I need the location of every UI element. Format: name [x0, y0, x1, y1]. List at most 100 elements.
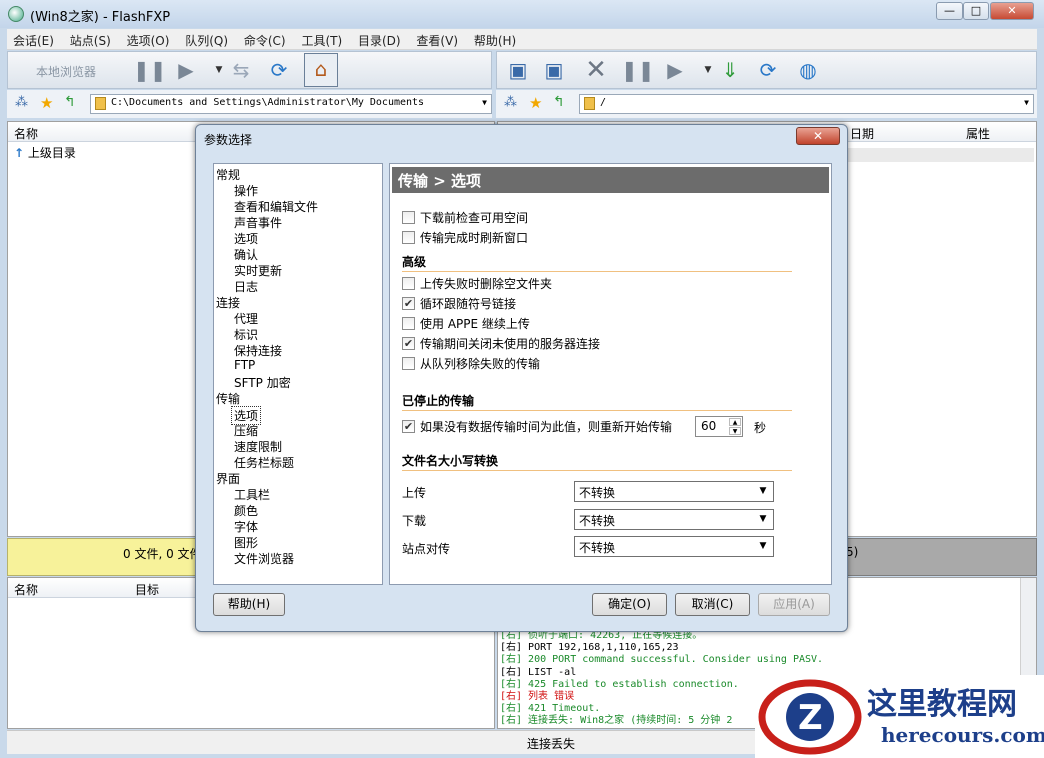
tree-item[interactable]: 界面: [216, 470, 240, 487]
pause-icon[interactable]: ❚❚: [621, 55, 655, 85]
col-attr[interactable]: 属性: [966, 125, 990, 142]
menu-directory[interactable]: 目录(D): [352, 29, 407, 49]
tree-item[interactable]: 文件浏览器: [234, 550, 294, 567]
ok-button[interactable]: 确定(O): [592, 593, 667, 616]
right-list-row[interactable]: [848, 148, 1034, 162]
left-address-row: ⁂ ★ ↰ C:\Documents and Settings\Administ…: [7, 90, 492, 118]
left-path-text: C:\Documents and Settings\Administrator\…: [111, 97, 425, 108]
stalled-seconds-input[interactable]: 60 ▲ ▼: [695, 416, 743, 437]
left-path-combo[interactable]: C:\Documents and Settings\Administrator\…: [90, 94, 492, 114]
appe-resume-checkbox[interactable]: [402, 317, 415, 330]
tree-item[interactable]: 图形: [234, 534, 258, 551]
tree-item[interactable]: FTP: [234, 358, 255, 372]
tree-item[interactable]: 查看和编辑文件: [234, 198, 318, 215]
abort-icon[interactable]: ✕: [581, 55, 611, 85]
close-unused-conn-label: 传输期间关闭未使用的服务器连接: [420, 337, 601, 351]
menu-view[interactable]: 查看(V): [410, 29, 464, 49]
transfer-icon[interactable]: ⇆: [226, 55, 256, 85]
refresh-icon[interactable]: ⟳: [753, 55, 783, 85]
tree-item[interactable]: 保持连接: [234, 342, 282, 359]
spin-up-icon[interactable]: ▲: [729, 418, 741, 426]
parent-dir-label: 上级目录: [27, 146, 76, 160]
close-unused-conn-checkbox[interactable]: ✔: [402, 337, 415, 350]
maximize-button[interactable]: □: [963, 2, 989, 20]
tree-item[interactable]: 代理: [234, 310, 258, 327]
tree-item[interactable]: 压缩: [234, 422, 258, 439]
pause-icon[interactable]: ❚❚: [133, 55, 167, 85]
menu-sites[interactable]: 站点(S): [64, 29, 117, 49]
dialog-close-button[interactable]: ✕: [796, 127, 840, 145]
menu-options[interactable]: 选项(O): [121, 29, 176, 49]
menu-commands[interactable]: 命令(C): [238, 29, 292, 49]
download-icon[interactable]: ⇓: [715, 55, 745, 85]
queue-col-name[interactable]: 名称: [14, 581, 38, 598]
home-icon[interactable]: ⌂: [304, 53, 338, 87]
left-toolbar: 本地浏览器 ❚❚ ▶ ▼ ⇆ ⟳ ⌂: [7, 51, 492, 89]
chevron-down-icon[interactable]: ▼: [1024, 98, 1029, 107]
help-button[interactable]: 帮助(H): [213, 593, 285, 616]
tree-item[interactable]: 任务栏标题: [234, 454, 294, 471]
delete-empty-folder-checkbox[interactable]: [402, 277, 415, 290]
svg-text:Z: Z: [798, 698, 823, 738]
tree-item[interactable]: 标识: [234, 326, 258, 343]
check-space-checkbox[interactable]: [402, 211, 415, 224]
globe-icon[interactable]: ◍: [793, 55, 823, 85]
local-browser-label[interactable]: 本地浏览器: [36, 63, 96, 80]
log-line: [右] PORT 192,168,1,110,165,23: [500, 642, 679, 654]
tree-item[interactable]: 操作: [234, 182, 258, 199]
watermark-en: herecours.com: [881, 723, 1044, 747]
spin-down-icon[interactable]: ▼: [729, 427, 741, 435]
up-dir-icon[interactable]: ↰: [553, 94, 565, 110]
tree-item[interactable]: 日志: [234, 278, 258, 295]
remove-failed-checkbox[interactable]: [402, 357, 415, 370]
right-toolbar: ▣ ▣ ✕ ❚❚ ▶ ▼ ⇓ ⟳ ◍: [496, 51, 1037, 89]
bottom-status-text: 连接丢失: [527, 737, 576, 751]
close-button[interactable]: ✕: [990, 2, 1034, 20]
check-space-label: 下载前检查可用空间: [420, 211, 529, 225]
tree-icon[interactable]: ⁂: [504, 95, 517, 110]
cancel-button[interactable]: 取消(C): [675, 593, 750, 616]
right-path-combo[interactable]: / ▼: [579, 94, 1034, 114]
apply-button[interactable]: 应用(A): [758, 593, 830, 616]
tree-item[interactable]: 实时更新: [234, 262, 282, 279]
case-fxp-select[interactable]: 不转换 ▼: [574, 536, 774, 557]
chevron-down-icon[interactable]: ▼: [482, 98, 487, 107]
tree-item[interactable]: 连接: [216, 294, 240, 311]
case-download-select[interactable]: 不转换 ▼: [574, 509, 774, 530]
tree-item[interactable]: 传输: [216, 390, 240, 407]
play-icon[interactable]: ▶: [171, 55, 201, 85]
case-upload-select[interactable]: 不转换 ▼: [574, 481, 774, 502]
tree-item[interactable]: 速度限制: [234, 438, 282, 455]
parent-dir-row[interactable]: ↑ 上级目录: [14, 144, 76, 161]
tree-item[interactable]: 声音事件: [234, 214, 282, 231]
favorite-star-icon[interactable]: ★: [40, 94, 53, 112]
menu-queue[interactable]: 队列(Q): [179, 29, 234, 49]
tree-item[interactable]: 颜色: [234, 502, 258, 519]
menu-help[interactable]: 帮助(H): [468, 29, 522, 49]
queue-col-target[interactable]: 目标: [135, 581, 159, 598]
refresh-icon[interactable]: ⟳: [264, 55, 294, 85]
disconnect-icon[interactable]: ▣: [539, 55, 569, 85]
col-name[interactable]: 名称: [14, 125, 38, 142]
favorite-star-icon[interactable]: ★: [529, 94, 542, 112]
follow-symlinks-checkbox[interactable]: ✔: [402, 297, 415, 310]
tree-item[interactable]: SFTP 加密: [234, 374, 291, 391]
folder-icon: [584, 97, 595, 110]
tree-item[interactable]: 字体: [234, 518, 258, 535]
tree-item[interactable]: 常规: [216, 166, 240, 183]
minimize-button[interactable]: —: [936, 2, 963, 20]
tree-icon[interactable]: ⁂: [15, 95, 28, 110]
settings-panel: 传输 > 选项 下载前检查可用空间 传输完成时刷新窗口 高级 上传失败时删除空文…: [389, 163, 832, 585]
tree-item[interactable]: 确认: [234, 246, 258, 263]
play-icon[interactable]: ▶: [660, 55, 690, 85]
connect-icon[interactable]: ▣: [503, 55, 533, 85]
tree-item[interactable]: 选项: [234, 230, 258, 247]
menu-session[interactable]: 会话(E): [7, 29, 60, 49]
tree-item[interactable]: 工具栏: [234, 486, 270, 503]
col-date[interactable]: 日期: [850, 125, 874, 142]
refresh-window-checkbox[interactable]: [402, 231, 415, 244]
follow-symlinks-label: 循环跟随符号链接: [420, 297, 517, 311]
menu-tools[interactable]: 工具(T): [295, 29, 348, 49]
stalled-restart-checkbox[interactable]: ✔: [402, 420, 415, 433]
up-dir-icon[interactable]: ↰: [64, 94, 76, 110]
